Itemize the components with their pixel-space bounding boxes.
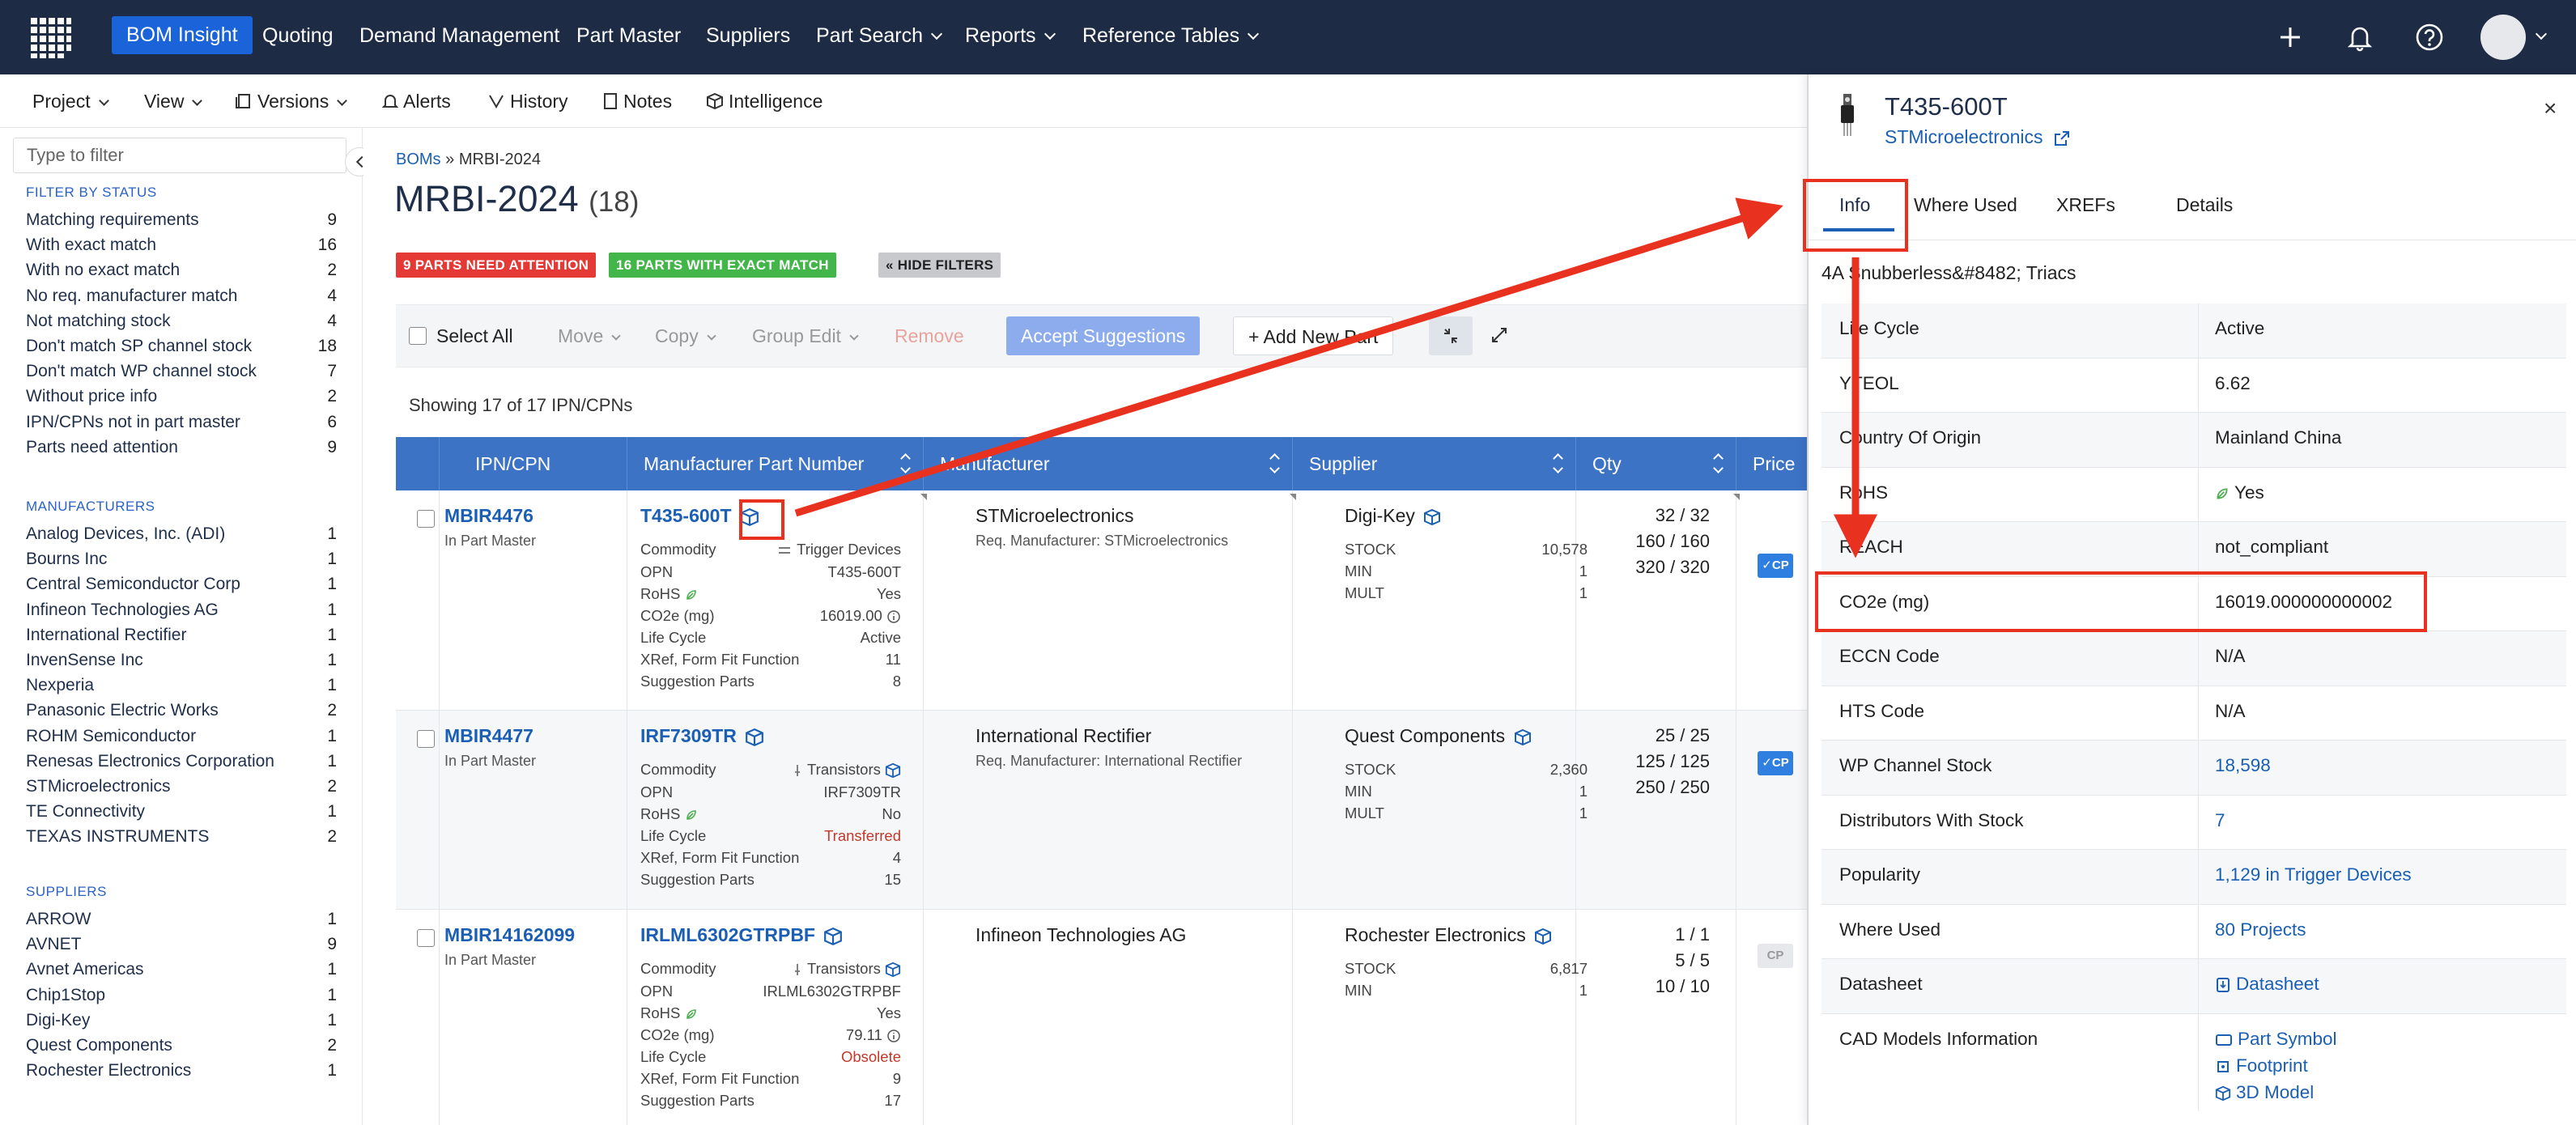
annotation-arrows xyxy=(794,197,1877,558)
annotation-arrow-to-tab xyxy=(794,197,1783,517)
